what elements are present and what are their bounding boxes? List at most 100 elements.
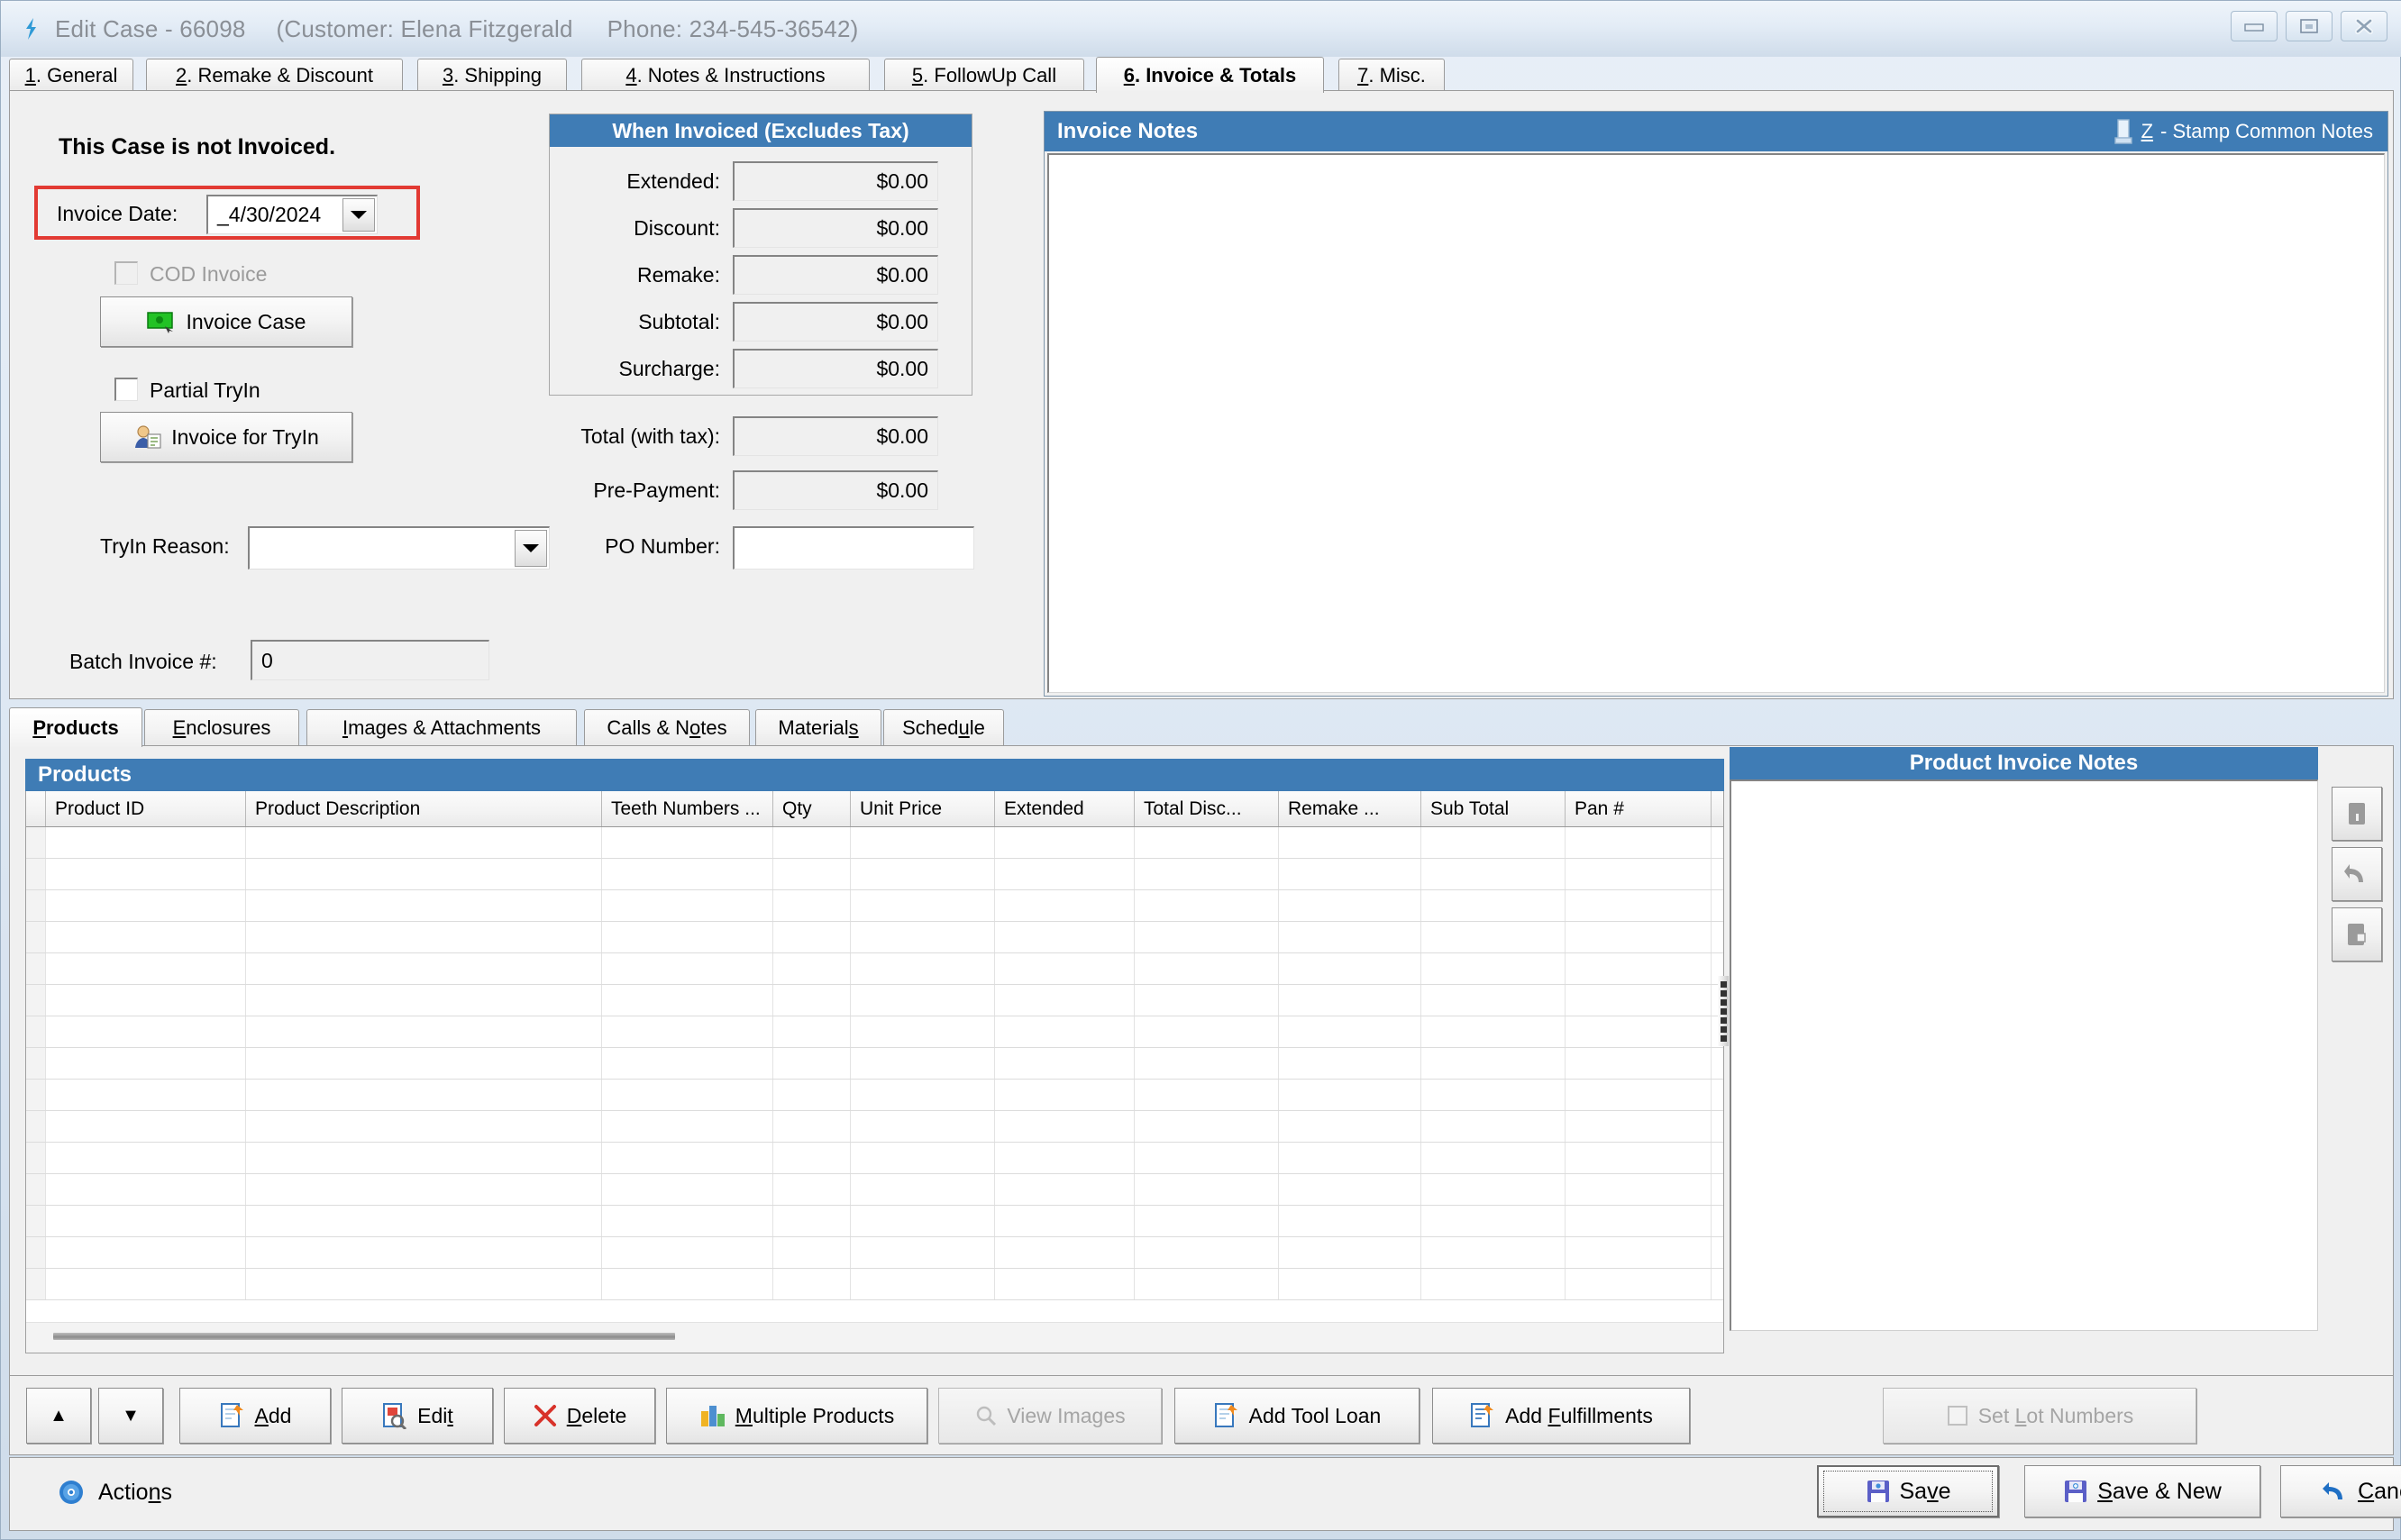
table-cell[interactable]: [995, 922, 1135, 952]
table-cell[interactable]: [995, 1237, 1135, 1268]
table-cell[interactable]: [1135, 1143, 1279, 1173]
table-cell[interactable]: [26, 827, 46, 858]
table-cell[interactable]: [26, 1111, 46, 1142]
table-cell[interactable]: [602, 1237, 773, 1268]
table-cell[interactable]: [851, 1174, 995, 1205]
table-cell[interactable]: [1279, 922, 1421, 952]
table-cell[interactable]: [1135, 1048, 1279, 1079]
table-cell[interactable]: [1279, 1143, 1421, 1173]
table-cell[interactable]: [1566, 890, 1712, 921]
tab-general[interactable]: 1. General: [9, 59, 133, 91]
table-cell[interactable]: [995, 1016, 1135, 1047]
col-total-disc[interactable]: Total Disc...: [1135, 791, 1279, 826]
table-cell[interactable]: [46, 859, 246, 889]
table-cell[interactable]: [602, 1080, 773, 1110]
table-cell[interactable]: [246, 985, 602, 1016]
table-cell[interactable]: [1135, 1111, 1279, 1142]
invoice-date-dropdown-icon[interactable]: [342, 198, 375, 232]
table-row[interactable]: [26, 1143, 1723, 1174]
table-cell[interactable]: [1135, 1016, 1279, 1047]
table-cell[interactable]: [1421, 1048, 1566, 1079]
edit-button[interactable]: Edit: [342, 1388, 493, 1444]
table-cell[interactable]: [1279, 1237, 1421, 1268]
table-row[interactable]: [26, 827, 1723, 859]
table-cell[interactable]: [1135, 1237, 1279, 1268]
table-cell[interactable]: [1421, 922, 1566, 952]
table-row[interactable]: [26, 1174, 1723, 1206]
table-cell[interactable]: [1135, 1080, 1279, 1110]
table-cell[interactable]: [995, 827, 1135, 858]
table-cell[interactable]: [46, 922, 246, 952]
table-row[interactable]: [26, 1237, 1723, 1269]
table-cell[interactable]: [1279, 953, 1421, 984]
table-cell[interactable]: [1135, 859, 1279, 889]
table-cell[interactable]: [246, 1143, 602, 1173]
table-cell[interactable]: [773, 1206, 851, 1236]
stamp-common-notes-link[interactable]: Z - Stamp Common Notes: [2113, 112, 2373, 151]
table-cell[interactable]: [602, 1143, 773, 1173]
po-number-input[interactable]: [733, 526, 974, 570]
add-button[interactable]: Add: [179, 1388, 331, 1444]
table-cell[interactable]: [1135, 922, 1279, 952]
table-cell[interactable]: [851, 1269, 995, 1299]
table-cell[interactable]: [995, 859, 1135, 889]
table-cell[interactable]: [1279, 985, 1421, 1016]
col-remake[interactable]: Remake ...: [1279, 791, 1421, 826]
table-row[interactable]: [26, 1016, 1723, 1048]
table-cell[interactable]: [1566, 1206, 1712, 1236]
table-cell[interactable]: [602, 1016, 773, 1047]
table-cell[interactable]: [246, 953, 602, 984]
tab-remake-discount[interactable]: 2. Remake & Discount: [146, 59, 403, 91]
table-cell[interactable]: [46, 827, 246, 858]
table-cell[interactable]: [1135, 1174, 1279, 1205]
table-cell[interactable]: [246, 827, 602, 858]
col-product-id[interactable]: Product ID: [46, 791, 246, 826]
table-cell[interactable]: [773, 1080, 851, 1110]
table-cell[interactable]: [995, 1174, 1135, 1205]
table-cell[interactable]: [246, 1048, 602, 1079]
table-cell[interactable]: [602, 953, 773, 984]
table-cell[interactable]: [995, 1269, 1135, 1299]
tab-calls-notes[interactable]: Calls & No tes: [584, 709, 750, 745]
table-cell[interactable]: [26, 1174, 46, 1205]
table-cell[interactable]: [1421, 1206, 1566, 1236]
save-and-new-button[interactable]: Save & New: [2024, 1465, 2260, 1517]
invoice-notes-textarea[interactable]: [1047, 153, 2385, 693]
partial-tryin-checkbox[interactable]: [114, 378, 138, 401]
table-row[interactable]: [26, 1206, 1723, 1237]
table-cell[interactable]: [773, 1269, 851, 1299]
table-cell[interactable]: [851, 1080, 995, 1110]
table-cell[interactable]: [851, 1206, 995, 1236]
maximize-button[interactable]: [2286, 11, 2333, 41]
table-cell[interactable]: [773, 1237, 851, 1268]
invoice-date-combo[interactable]: _4/30/2024: [206, 195, 378, 234]
table-cell[interactable]: [1421, 985, 1566, 1016]
table-cell[interactable]: [1566, 1080, 1712, 1110]
table-cell[interactable]: [1135, 985, 1279, 1016]
hscroll-thumb[interactable]: [53, 1333, 675, 1340]
table-cell[interactable]: [1279, 827, 1421, 858]
table-cell[interactable]: [1566, 1143, 1712, 1173]
table-cell[interactable]: [26, 890, 46, 921]
table-cell[interactable]: [1566, 1237, 1712, 1268]
table-cell[interactable]: [602, 1111, 773, 1142]
table-cell[interactable]: [1279, 859, 1421, 889]
table-cell[interactable]: [995, 1080, 1135, 1110]
col-teeth-numbers[interactable]: Teeth Numbers ...: [602, 791, 773, 826]
table-cell[interactable]: [1421, 1143, 1566, 1173]
tab-materials[interactable]: Material s: [755, 709, 881, 745]
table-cell[interactable]: [246, 1206, 602, 1236]
table-cell[interactable]: [26, 922, 46, 952]
table-cell[interactable]: [1279, 1016, 1421, 1047]
table-cell[interactable]: [1279, 890, 1421, 921]
table-cell[interactable]: [995, 953, 1135, 984]
tab-misc[interactable]: 7. Misc.: [1338, 59, 1445, 91]
move-down-button[interactable]: ▼: [98, 1388, 163, 1444]
table-cell[interactable]: [46, 953, 246, 984]
col-unit-price[interactable]: Unit Price: [851, 791, 995, 826]
table-cell[interactable]: [1135, 1206, 1279, 1236]
table-row[interactable]: [26, 1111, 1723, 1143]
tab-products[interactable]: Products: [9, 707, 142, 747]
table-cell[interactable]: [26, 1016, 46, 1047]
table-cell[interactable]: [995, 1206, 1135, 1236]
